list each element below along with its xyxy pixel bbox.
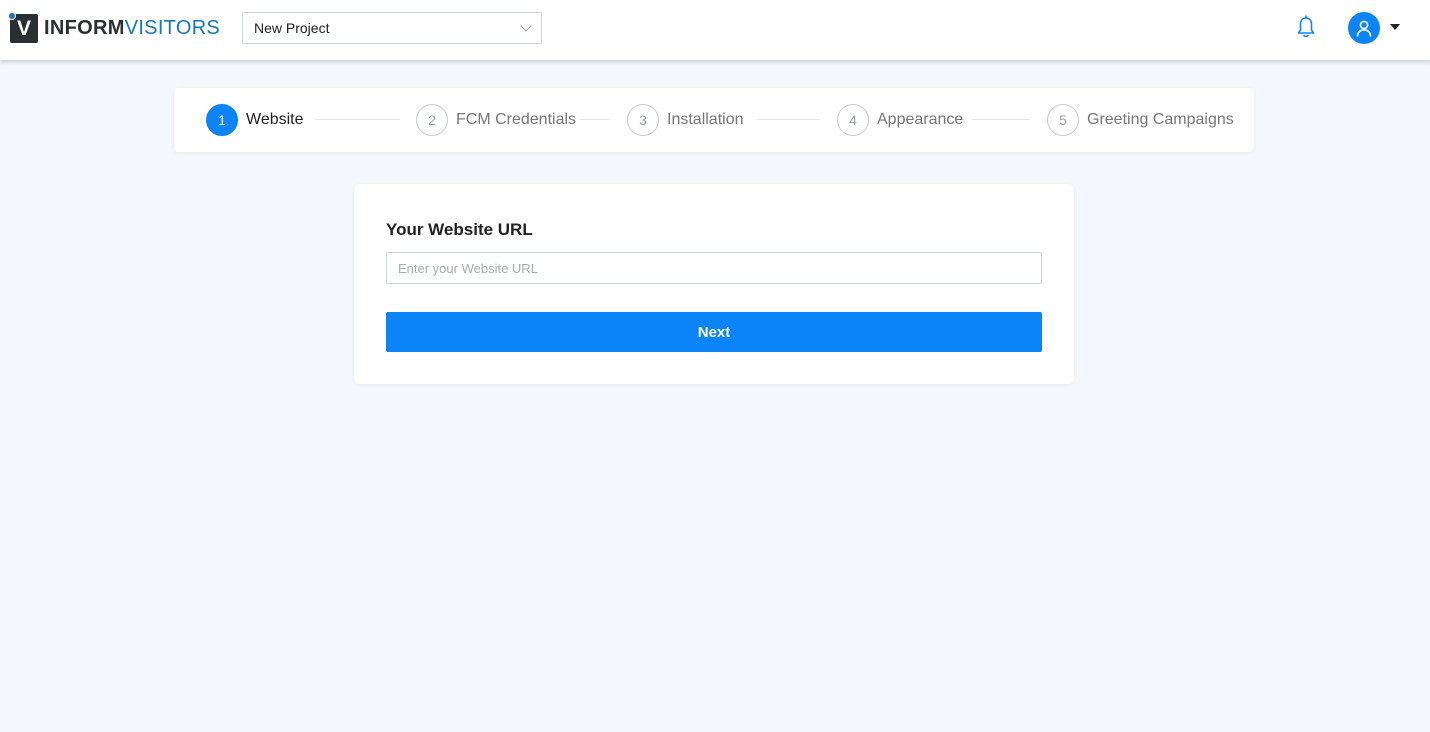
project-select-value: New Project: [254, 20, 330, 36]
step-connector: [757, 119, 820, 120]
logo-text-visitors: VISITORS: [124, 17, 221, 39]
step-label: Website: [246, 111, 304, 128]
step-label: Appearance: [877, 111, 964, 128]
logo-letter: V: [16, 16, 31, 40]
step-installation[interactable]: 3 Installation: [627, 104, 744, 136]
chevron-down-icon: [520, 20, 532, 32]
step-label: FCM Credentials: [456, 111, 577, 128]
form-title: Your Website URL: [386, 220, 533, 239]
step-number: 2: [416, 104, 448, 136]
step-number: 1: [206, 104, 238, 136]
step-number: 4: [837, 104, 869, 136]
bell-icon[interactable]: [1296, 15, 1316, 39]
step-label: Greeting Campaigns: [1087, 111, 1234, 128]
top-bar: V INFORMVISITORS New Project: [0, 0, 1430, 60]
user-icon: [1356, 20, 1372, 37]
step-fcm-credentials[interactable]: 2 FCM Credentials: [416, 104, 576, 136]
logo[interactable]: V INFORMVISITORS: [8, 11, 220, 44]
step-number: 5: [1047, 104, 1079, 136]
logo-text-inform: INFORM: [44, 17, 125, 39]
step-appearance[interactable]: 4 Appearance: [837, 104, 963, 136]
step-number: 3: [627, 104, 659, 136]
step-label: Installation: [667, 111, 744, 128]
website-url-card: Your Website URL Next: [354, 184, 1074, 384]
stepper: 1 Website 2 FCM Credentials 3 Installati…: [174, 88, 1254, 152]
user-avatar[interactable]: [1348, 12, 1380, 44]
caret-down-icon[interactable]: [1390, 24, 1400, 30]
logo-text: INFORMVISITORS: [44, 18, 220, 38]
logo-mark: V: [8, 11, 38, 43]
step-connector: [972, 119, 1030, 120]
step-website[interactable]: 1 Website: [206, 104, 304, 136]
step-connector: [580, 119, 610, 120]
step-greeting-campaigns[interactable]: 5 Greeting Campaigns: [1047, 104, 1234, 136]
project-select[interactable]: New Project: [242, 12, 542, 44]
next-button[interactable]: Next: [386, 312, 1042, 352]
logo-dot: [8, 11, 16, 20]
step-connector: [315, 119, 400, 120]
website-url-input[interactable]: [386, 252, 1042, 284]
